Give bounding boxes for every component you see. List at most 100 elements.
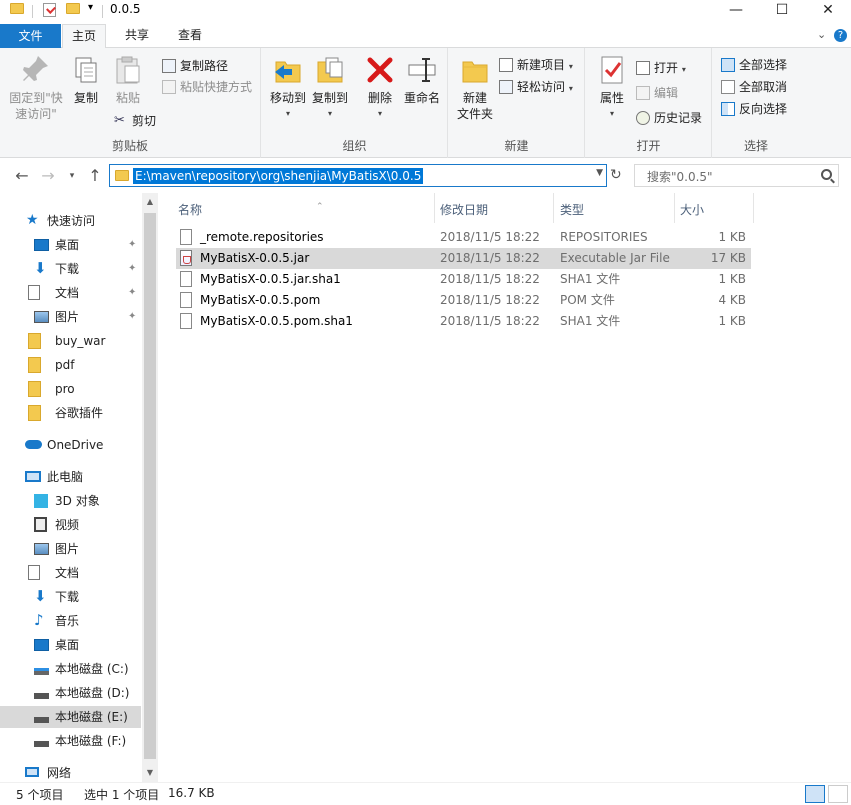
- address-dropdown-icon[interactable]: ▼: [596, 168, 603, 178]
- organize-group: 移动到 ▾ 复制到 ▾ 删除 ▾ 重命名 组织: [262, 48, 448, 158]
- file-type: Executable Jar File: [560, 251, 670, 265]
- tab-home[interactable]: 主页: [62, 24, 106, 49]
- file-row[interactable]: MyBatisX-0.0.5.jar.sha1 2018/11/5 18:22 …: [176, 269, 751, 290]
- recent-locations-icon[interactable]: ▾: [62, 166, 82, 186]
- tab-view[interactable]: 查看: [168, 24, 212, 49]
- move-to-button[interactable]: 移动到 ▾: [266, 54, 310, 122]
- nav-pc-item[interactable]: 桌面: [0, 634, 141, 656]
- help-icon[interactable]: ?: [834, 29, 847, 42]
- column-divider[interactable]: [674, 193, 675, 223]
- nav-quick-item[interactable]: pro: [0, 378, 141, 400]
- maximize-button[interactable]: ☐: [759, 0, 805, 22]
- delete-button[interactable]: 删除 ▾: [360, 54, 400, 122]
- file-row[interactable]: MyBatisX-0.0.5.jar 2018/11/5 18:22 Execu…: [176, 248, 751, 269]
- rename-button[interactable]: 重命名: [400, 54, 444, 106]
- properties-quick-icon[interactable]: [43, 3, 56, 17]
- nav-pc-item[interactable]: 本地磁盘 (C:): [0, 658, 141, 680]
- select-none-button[interactable]: 全部取消: [719, 77, 787, 97]
- copy-button[interactable]: 复制: [68, 54, 104, 106]
- pin-icon[interactable]: ✦: [128, 258, 136, 280]
- new-folder-button[interactable]: 新建 文件夹: [453, 54, 497, 122]
- paste-shortcut-button[interactable]: 粘贴快捷方式: [160, 77, 252, 97]
- computer-icon: [25, 471, 41, 482]
- nav-pc-item[interactable]: 本地磁盘 (F:): [0, 730, 141, 752]
- column-divider[interactable]: [753, 193, 754, 223]
- minimize-button[interactable]: —: [713, 0, 759, 22]
- search-input[interactable]: 搜索"0.0.5": [647, 168, 713, 185]
- column-header-date[interactable]: 修改日期: [440, 199, 552, 223]
- nav-quick-item[interactable]: 文档 ✦: [0, 282, 141, 304]
- file-icon: [180, 313, 192, 329]
- nav-onedrive[interactable]: OneDrive: [0, 434, 141, 456]
- nav-pc-item[interactable]: 本地磁盘 (D:): [0, 682, 141, 704]
- column-divider[interactable]: [434, 193, 435, 223]
- collapse-ribbon-icon[interactable]: ⌄: [817, 28, 826, 41]
- new-folder-label: 新建 文件夹: [456, 91, 493, 121]
- properties-button[interactable]: 属性 ▾: [590, 54, 634, 122]
- customize-quick-access-icon[interactable]: ▾: [88, 2, 93, 13]
- nav-label: 图片: [55, 542, 80, 556]
- easy-access-button[interactable]: 轻松访问 ▾: [497, 77, 573, 97]
- up-button[interactable]: ↑: [85, 166, 105, 186]
- status-item-count: 5 个项目: [16, 788, 64, 802]
- nav-quick-item[interactable]: pdf: [0, 354, 141, 376]
- folder-icon: [10, 3, 24, 14]
- file-row[interactable]: _remote.repositories 2018/11/5 18:22 REP…: [176, 227, 751, 248]
- history-button[interactable]: 历史记录: [634, 108, 702, 128]
- refresh-icon[interactable]: ↻: [610, 167, 622, 183]
- select-all-button[interactable]: 全部选择: [719, 55, 787, 75]
- address-path[interactable]: E:\maven\repository\org\shenjia\MyBatisX…: [133, 168, 424, 184]
- scroll-down-icon[interactable]: ▼: [142, 768, 158, 777]
- pin-icon[interactable]: ✦: [128, 234, 136, 256]
- scroll-up-icon[interactable]: ▲: [142, 197, 158, 206]
- close-button[interactable]: ✕: [805, 0, 851, 22]
- invert-selection-button[interactable]: 反向选择: [719, 99, 787, 119]
- nav-quick-item[interactable]: ⬇ 下载 ✦: [0, 258, 141, 280]
- nav-pc-item[interactable]: 3D 对象: [0, 490, 141, 512]
- column-header-type[interactable]: 类型: [560, 199, 672, 223]
- nav-pc-item[interactable]: ♪ 音乐: [0, 610, 141, 632]
- new-item-button[interactable]: 新建项目 ▾: [497, 55, 573, 75]
- network-icon: [25, 767, 39, 777]
- copy-to-button[interactable]: 复制到 ▾: [308, 54, 352, 122]
- open-button[interactable]: 打开 ▾: [634, 58, 686, 78]
- details-view-icon[interactable]: [805, 785, 825, 803]
- nav-pc-item[interactable]: 视频: [0, 514, 141, 536]
- back-button[interactable]: ←: [12, 166, 32, 186]
- edit-button[interactable]: 编辑: [634, 83, 678, 103]
- large-icons-view-icon[interactable]: [828, 785, 848, 803]
- nav-pc-item[interactable]: 本地磁盘 (E:): [0, 706, 141, 728]
- nav-network[interactable]: 网络: [0, 762, 141, 784]
- nav-scrollbar[interactable]: ▲ ▼: [142, 193, 158, 782]
- tab-share[interactable]: 共享: [115, 24, 159, 49]
- scrollbar-thumb[interactable]: [144, 213, 156, 759]
- file-row[interactable]: MyBatisX-0.0.5.pom.sha1 2018/11/5 18:22 …: [176, 311, 751, 332]
- divider: [32, 5, 33, 18]
- pin-quick-access-button[interactable]: 固定到"快速访问": [6, 54, 66, 122]
- nav-pc-item[interactable]: 文档: [0, 562, 141, 584]
- nav-quick-item[interactable]: 桌面 ✦: [0, 234, 141, 256]
- new-folder-quick-icon[interactable]: [66, 3, 80, 14]
- nav-this-pc[interactable]: 此电脑: [0, 466, 141, 488]
- file-row[interactable]: MyBatisX-0.0.5.pom 2018/11/5 18:22 POM 文…: [176, 290, 751, 311]
- column-header-name[interactable]: ⌃ 名称: [178, 199, 436, 223]
- address-bar[interactable]: E:\maven\repository\org\shenjia\MyBatisX…: [109, 164, 607, 187]
- nav-quick-item[interactable]: buy_war: [0, 330, 141, 352]
- forward-button[interactable]: →: [38, 166, 58, 186]
- column-divider[interactable]: [553, 193, 554, 223]
- pin-icon[interactable]: ✦: [128, 306, 136, 328]
- folder-icon: [28, 405, 41, 421]
- nav-pc-item[interactable]: ⬇ 下载: [0, 586, 141, 608]
- tab-file[interactable]: 文件: [0, 24, 61, 48]
- nav-quick-item[interactable]: 图片 ✦: [0, 306, 141, 328]
- history-label: 历史记录: [654, 111, 703, 125]
- nav-pc-item[interactable]: 图片: [0, 538, 141, 560]
- copy-path-button[interactable]: 复制路径: [160, 56, 228, 76]
- pin-icon[interactable]: ✦: [128, 282, 136, 304]
- search-box[interactable]: 搜索"0.0.5": [634, 164, 839, 187]
- column-header-size[interactable]: 大小: [680, 199, 752, 223]
- paste-button[interactable]: 粘贴: [108, 54, 148, 106]
- nav-quick-item[interactable]: 谷歌插件: [0, 402, 141, 424]
- cut-button[interactable]: ✂ 剪切: [112, 111, 156, 131]
- nav-quick-access[interactable]: ★ 快速访问: [0, 210, 141, 232]
